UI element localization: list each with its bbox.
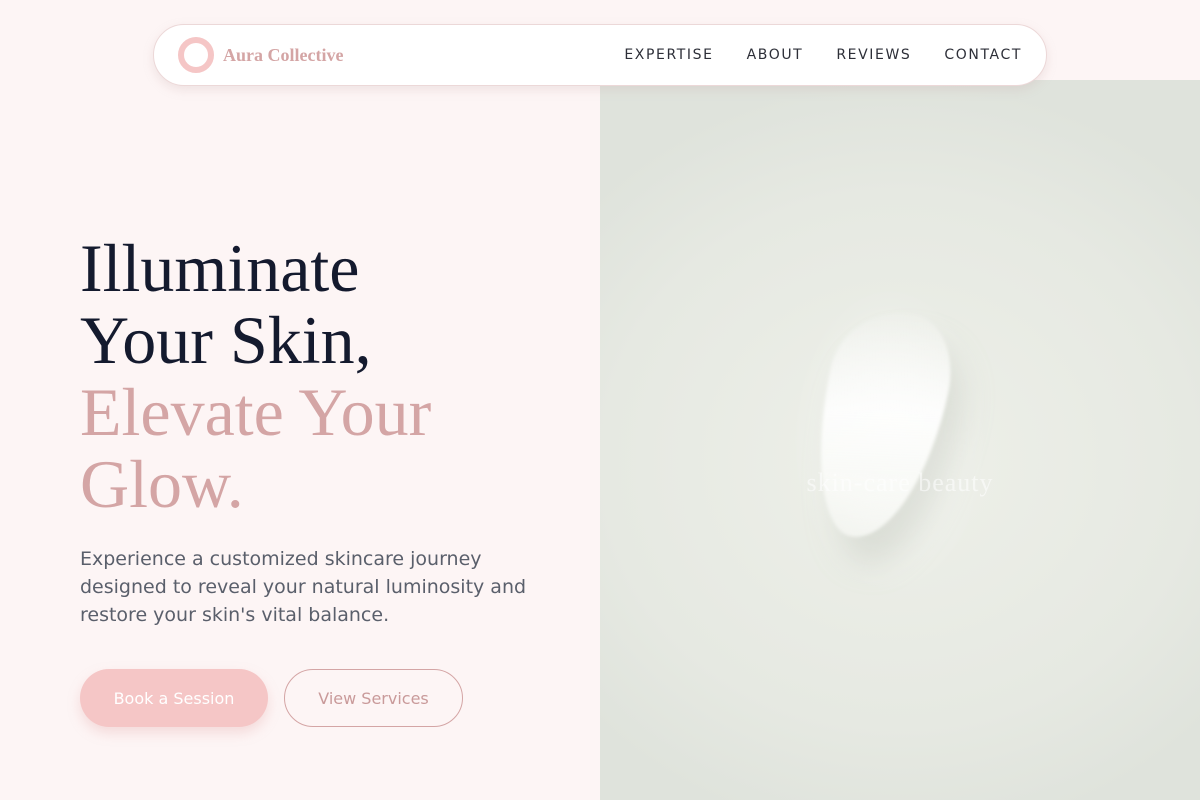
nav-link-expertise[interactable]: EXPERTISE <box>624 47 713 63</box>
hero-title-line: Illuminate <box>80 230 360 306</box>
brand-logo[interactable]: Aura Collective <box>178 37 343 73</box>
hero-title-accent-line: Glow. <box>80 446 244 522</box>
hero-title-line: Your Skin, <box>80 302 372 378</box>
hero-image: skin-care beauty <box>600 80 1200 800</box>
nav-link-reviews[interactable]: REVIEWS <box>836 47 911 63</box>
nav-link-contact[interactable]: CONTACT <box>944 47 1022 63</box>
ring-icon <box>178 37 214 73</box>
cream-smear-graphic <box>797 300 963 550</box>
brand-name: Aura Collective <box>223 44 344 65</box>
hero-title: Illuminate Your Skin, Elevate Your Glow. <box>80 232 431 520</box>
view-services-button[interactable]: View Services <box>284 669 463 727</box>
nav-link-about[interactable]: ABOUT <box>747 47 804 63</box>
nav-links: EXPERTISE ABOUT REVIEWS CONTACT <box>624 47 1022 63</box>
hero-image-caption: skin-care beauty <box>806 468 994 497</box>
hero-title-accent-line: Elevate Your <box>80 374 432 450</box>
hero-description: Experience a customized skincare journey… <box>80 548 527 626</box>
book-session-button[interactable]: Book a Session <box>80 669 268 727</box>
navbar: Aura Collective EXPERTISE ABOUT REVIEWS … <box>153 24 1047 86</box>
